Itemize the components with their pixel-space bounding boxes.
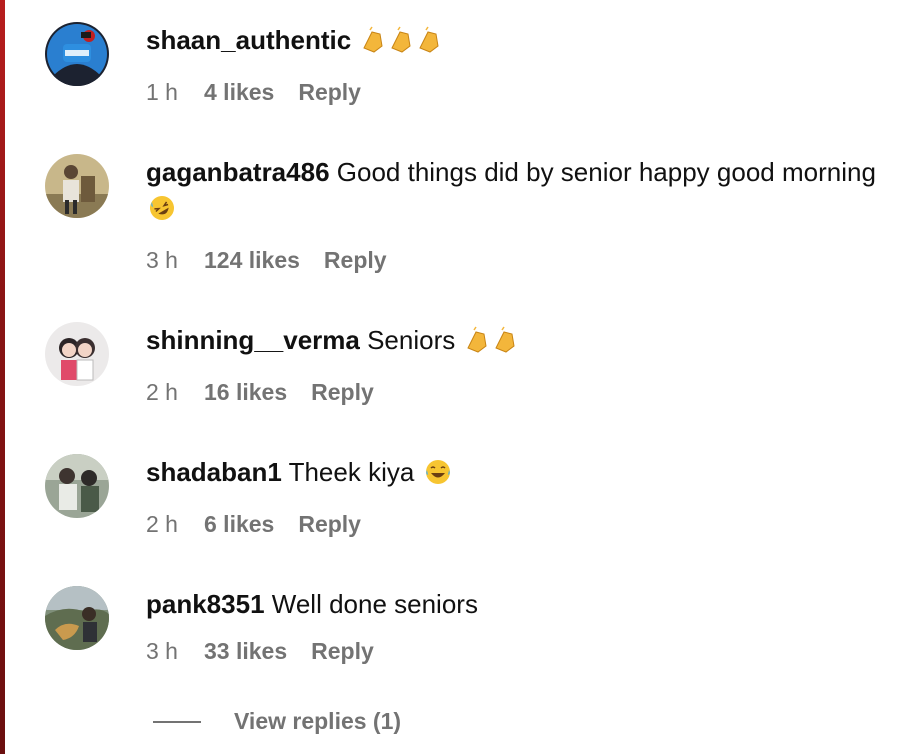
likes-count[interactable]: 124 likes	[204, 247, 300, 274]
comment-body: gaganbatra486 Good things did by senior …	[146, 154, 876, 275]
comment-body: shinning__verma Seniors 2 h 16 likes Rep…	[146, 322, 876, 407]
face-with-tears-of-joy-icon	[424, 458, 452, 495]
comment-time: 3 h	[146, 246, 178, 273]
avatar-image-icon	[45, 322, 109, 386]
comment-message: Good things did by senior happy good mor…	[336, 157, 876, 187]
reply-button[interactable]: Reply	[298, 511, 361, 538]
comment-list: shaan_authentic 1 h 4 likes Reply gaganb…	[0, 0, 916, 754]
rolling-on-floor-laughing-icon	[148, 194, 176, 231]
comment-username[interactable]: shadaban1	[146, 457, 282, 487]
clapping-hands-icon	[464, 326, 520, 363]
comment-meta: 2 h 16 likes Reply	[146, 377, 876, 407]
comment-message: Well done seniors	[271, 589, 478, 619]
avatar[interactable]	[45, 586, 109, 650]
reply-button[interactable]: Reply	[324, 247, 387, 274]
comment-message: Theek kiya	[288, 457, 415, 487]
avatar-image-icon	[45, 454, 109, 518]
comment-username[interactable]: gaganbatra486	[146, 157, 330, 187]
comment-text: shadaban1 Theek kiya	[146, 454, 876, 495]
comment-text: pank8351 Well done seniors	[146, 586, 876, 622]
comment-time: 1 h	[146, 78, 178, 105]
comment-time: 2 h	[146, 510, 178, 537]
likes-count[interactable]: 33 likes	[204, 638, 287, 665]
comment-text: shinning__verma Seniors	[146, 322, 876, 363]
avatar[interactable]	[45, 154, 109, 218]
comment-meta: 3 h 33 likes Reply	[146, 636, 876, 666]
likes-count[interactable]: 6 likes	[204, 511, 274, 538]
comment-message: Seniors	[367, 325, 456, 355]
likes-count[interactable]: 16 likes	[204, 379, 287, 406]
comment-time: 3 h	[146, 637, 178, 664]
avatar[interactable]	[45, 22, 109, 86]
avatar-image-icon	[45, 154, 109, 218]
comment-text: gaganbatra486 Good things did by senior …	[146, 154, 876, 231]
reply-button[interactable]: Reply	[311, 638, 374, 665]
comment-username[interactable]: shinning__verma	[146, 325, 360, 355]
divider-line	[153, 720, 201, 723]
comment-time: 2 h	[146, 378, 178, 405]
likes-count[interactable]: 4 likes	[204, 79, 274, 106]
comment-meta: 3 h 124 likes Reply	[146, 245, 876, 275]
avatar-image-icon	[45, 22, 109, 86]
avatar[interactable]	[45, 322, 109, 386]
reply-button[interactable]: Reply	[298, 79, 361, 106]
comment-meta: 1 h 4 likes Reply	[146, 77, 876, 107]
comment-username[interactable]: shaan_authentic	[146, 25, 351, 55]
view-replies-label[interactable]: View replies (1)	[234, 708, 401, 735]
comment-text: shaan_authentic	[146, 22, 876, 63]
reply-button[interactable]: Reply	[311, 379, 374, 406]
comment-meta: 2 h 6 likes Reply	[146, 509, 876, 539]
comment-body: shaan_authentic 1 h 4 likes Reply	[146, 22, 876, 107]
avatar-image-icon	[45, 586, 109, 650]
avatar[interactable]	[45, 454, 109, 518]
clapping-hands-icon	[360, 26, 444, 63]
view-replies-button[interactable]: View replies (1)	[153, 708, 401, 735]
comment-body: pank8351 Well done seniors 3 h 33 likes …	[146, 586, 876, 666]
comment-body: shadaban1 Theek kiya 2 h 6 likes Reply	[146, 454, 876, 539]
comment-username[interactable]: pank8351	[146, 589, 265, 619]
